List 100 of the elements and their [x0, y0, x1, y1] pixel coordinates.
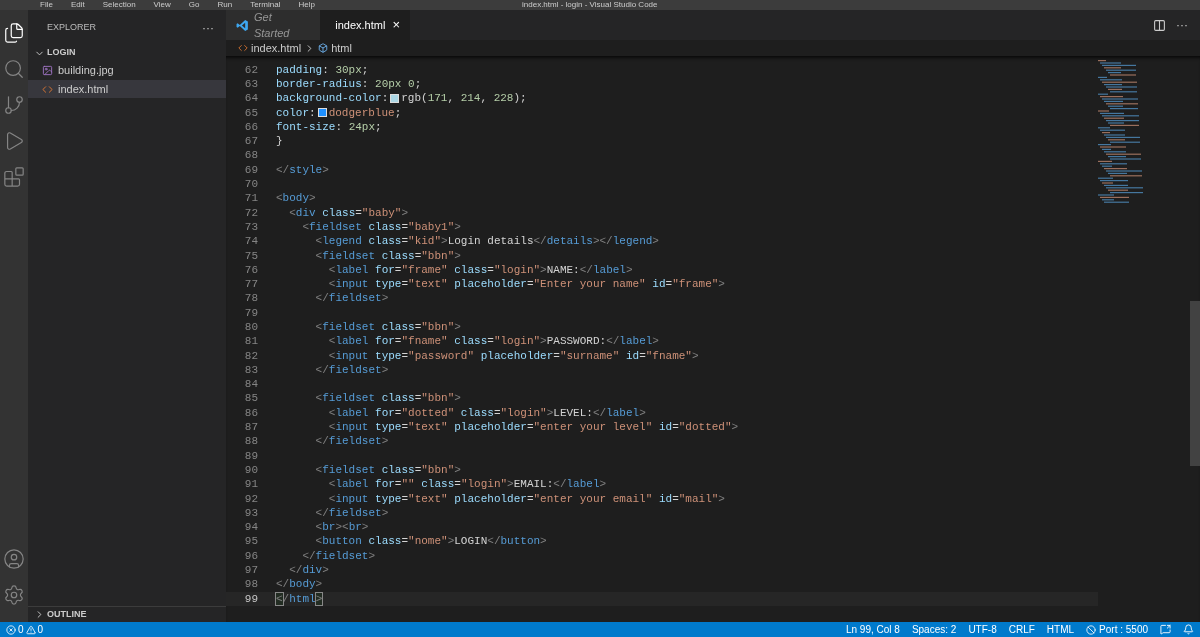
notification-icon[interactable]: [1183, 624, 1194, 635]
line-number: 88: [243, 436, 258, 448]
menu-item[interactable]: File: [40, 0, 53, 10]
code-line: <button class="nome">LOGIN</button>: [314, 536, 547, 548]
more-actions-button[interactable]: ···: [202, 19, 214, 37]
line-number: 99: [243, 593, 258, 605]
more-actions-button[interactable]: ···: [1176, 16, 1188, 34]
menu-item[interactable]: Edit: [70, 0, 85, 10]
code-line: <div class="baby">: [288, 207, 409, 219]
code-line: <input type="password" placeholder="surname" id="fname">: [327, 350, 699, 362]
breadcrumb-item[interactable]: index.html: [251, 39, 302, 57]
line-number: 83: [243, 364, 258, 376]
line-number: 86: [243, 407, 258, 419]
files-icon[interactable]: [3, 22, 25, 44]
line-number: 77: [243, 279, 258, 291]
code-line: <fieldset class="bbn">: [314, 322, 461, 333]
code-line: <fieldset class="bbn">: [314, 393, 461, 405]
problems-button[interactable]: 0 0: [6, 622, 44, 637]
image-file-icon: [42, 64, 53, 76]
line-number: 89: [243, 450, 258, 462]
code-line: </div>: [288, 565, 329, 577]
code-line: <body>: [276, 193, 316, 205]
code-line: font-size: 24px;: [276, 121, 382, 133]
menu-item[interactable]: Go: [188, 0, 200, 10]
explorer-entry[interactable]: index.html: [28, 80, 226, 98]
menu-item[interactable]: Selection: [102, 0, 136, 10]
code-line: padding: 30px;: [276, 64, 369, 76]
editor-logo-icon: [236, 18, 249, 32]
folder-header[interactable]: LOGIN: [28, 46, 226, 60]
line-number: 98: [243, 579, 258, 591]
line-number: 92: [243, 493, 258, 505]
line-number: 76: [243, 264, 258, 276]
status-item[interactable]: Ln 99, Col 8: [845, 622, 900, 637]
menu-item[interactable]: Terminal: [250, 0, 281, 10]
error-icon: [6, 624, 16, 635]
code-line: <label for="dotted" class="login">LEVEL:</label>: [327, 407, 646, 419]
breadcrumb-item[interactable]: html: [331, 39, 352, 57]
settings-icon[interactable]: [3, 584, 25, 606]
account-icon[interactable]: [3, 548, 25, 570]
line-number: 84: [243, 379, 258, 391]
line-number: 87: [243, 422, 258, 434]
code-line: <br><br>: [314, 522, 369, 534]
line-number: 72: [243, 207, 258, 219]
menu-item[interactable]: Run: [217, 0, 233, 10]
explorer-entry[interactable]: building.jpg: [28, 61, 226, 79]
code-line: background-color: rgb(171, 214, 228);: [276, 93, 527, 105]
status-item[interactable]: UTF-8: [968, 622, 997, 637]
code-line: </fieldset>: [301, 550, 376, 562]
feedback-icon[interactable]: [1160, 624, 1171, 635]
line-number: 96: [243, 550, 258, 562]
line-number: 95: [243, 536, 258, 548]
code-line: <fieldset class="baby1">: [301, 221, 461, 233]
code-line: </fieldset>: [314, 507, 389, 519]
code-line: <input type="text" placeholder="enter your email" id="mail">: [327, 493, 725, 505]
line-number: 74: [243, 236, 258, 248]
blocked-icon: [1086, 624, 1097, 635]
element-icon: [318, 43, 329, 53]
scrollbar-thumb[interactable]: [1190, 301, 1200, 466]
line-number: 71: [243, 193, 258, 205]
line-number: 80: [243, 322, 258, 333]
editor-tab[interactable]: Get Started: [226, 10, 320, 40]
line-number: 69: [243, 164, 258, 176]
search-icon[interactable]: [3, 58, 25, 80]
code-line: <label for="frame" class="login">NAME:</label>: [327, 264, 633, 276]
line-number: 73: [243, 221, 258, 233]
html-file-icon: [238, 43, 248, 53]
menu-item[interactable]: View: [153, 0, 171, 10]
close-tab-button[interactable]: ×: [392, 15, 400, 35]
line-number: 65: [243, 107, 258, 119]
line-number: 67: [243, 136, 258, 148]
menu-item[interactable]: Help: [298, 0, 315, 10]
code-line: <fieldset class="bbn">: [314, 464, 461, 476]
code-line: <fieldset class="bbn">: [314, 250, 461, 262]
editor-tab[interactable]: index.html ×: [320, 10, 410, 40]
line-number: 82: [243, 350, 258, 362]
line-number: 94: [243, 522, 258, 534]
status-item[interactable]: HTML: [1046, 622, 1075, 637]
sidebar-title: EXPLORER: [47, 21, 97, 35]
source-control-icon[interactable]: [3, 94, 25, 116]
split-editor-icon[interactable]: [1153, 18, 1166, 32]
line-number: 64: [243, 93, 258, 105]
code-line: </fieldset>: [314, 293, 389, 305]
extensions-icon[interactable]: [3, 166, 25, 188]
port-button[interactable]: Port : 5500: [1086, 622, 1148, 637]
code-line: }: [276, 136, 283, 148]
window-title: index.html - login - Visual Studio Code: [522, 0, 658, 10]
line-number: 68: [243, 150, 258, 162]
status-item[interactable]: Spaces: 2: [911, 622, 957, 637]
code-line: </style>: [276, 164, 329, 176]
code-line: <legend class="kid">Login details</details></legend>: [314, 236, 659, 248]
code-line: <input type="text" placeholder="Enter your name" id="frame">: [327, 279, 725, 291]
code-line: </body>: [276, 579, 323, 591]
warning-icon: [25, 624, 36, 635]
line-number: 78: [243, 293, 258, 305]
code-line: <label for="fname" class="login">PASSWORD:</label>: [327, 336, 659, 348]
code-line: <input type="text" placeholder="enter your level" id="dotted">: [327, 422, 739, 434]
code-line: </fieldset>: [314, 364, 389, 376]
code-line: </fieldset>: [314, 436, 389, 448]
line-number: 85: [243, 393, 258, 405]
status-item[interactable]: CRLF: [1008, 622, 1035, 637]
